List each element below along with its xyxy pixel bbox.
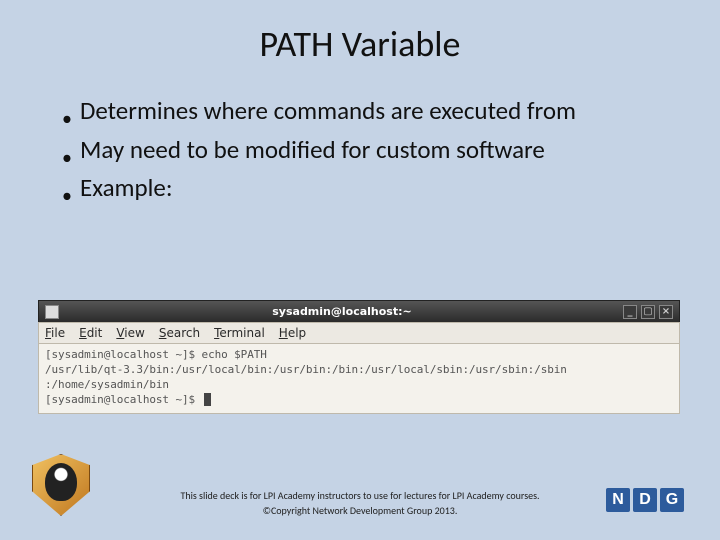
list-item: Determines where commands are executed f… — [62, 96, 658, 133]
ndg-logo-n: N — [606, 488, 630, 512]
terminal-app-icon — [45, 305, 59, 319]
bullet-text: Example: — [80, 173, 173, 204]
terminal-menubar: File Edit View Search Terminal Help — [38, 322, 680, 344]
terminal-body[interactable]: [sysadmin@localhost ~]$ echo $PATH /usr/… — [38, 344, 680, 414]
terminal-line: [sysadmin@localhost ~]$ echo $PATH — [45, 348, 673, 363]
list-item: May need to be modified for custom softw… — [62, 135, 658, 172]
terminal-window: sysadmin@localhost:~ _ ▢ × File Edit Vie… — [38, 300, 680, 414]
menu-search[interactable]: Search — [159, 326, 200, 340]
bullet-icon — [62, 135, 80, 172]
bullet-icon — [62, 96, 80, 133]
list-item: Example: — [62, 173, 658, 210]
menu-file[interactable]: File — [45, 326, 65, 340]
terminal-line: /usr/lib/qt-3.3/bin:/usr/local/bin:/usr/… — [45, 363, 673, 378]
menu-view[interactable]: View — [116, 326, 144, 340]
maximize-button[interactable]: ▢ — [641, 305, 655, 319]
terminal-title: sysadmin@localhost:~ — [65, 305, 619, 318]
ndg-logo: N D G — [606, 488, 684, 512]
bullet-list: Determines where commands are executed f… — [0, 96, 720, 210]
bullet-text: Determines where commands are executed f… — [80, 96, 576, 127]
close-button[interactable]: × — [659, 305, 673, 319]
terminal-line: :/home/sysadmin/bin — [45, 378, 673, 393]
terminal-line: [sysadmin@localhost ~]$ — [45, 393, 673, 408]
bullet-text: May need to be modified for custom softw… — [80, 135, 545, 166]
menu-terminal[interactable]: Terminal — [214, 326, 265, 340]
menu-help[interactable]: Help — [279, 326, 306, 340]
terminal-titlebar: sysadmin@localhost:~ _ ▢ × — [38, 300, 680, 322]
terminal-cursor-icon — [204, 393, 211, 406]
ndg-logo-g: G — [660, 488, 684, 512]
menu-edit[interactable]: Edit — [79, 326, 102, 340]
slide-title: PATH Variable — [0, 0, 720, 96]
bullet-icon — [62, 173, 80, 210]
minimize-button[interactable]: _ — [623, 305, 637, 319]
ndg-logo-d: D — [633, 488, 657, 512]
